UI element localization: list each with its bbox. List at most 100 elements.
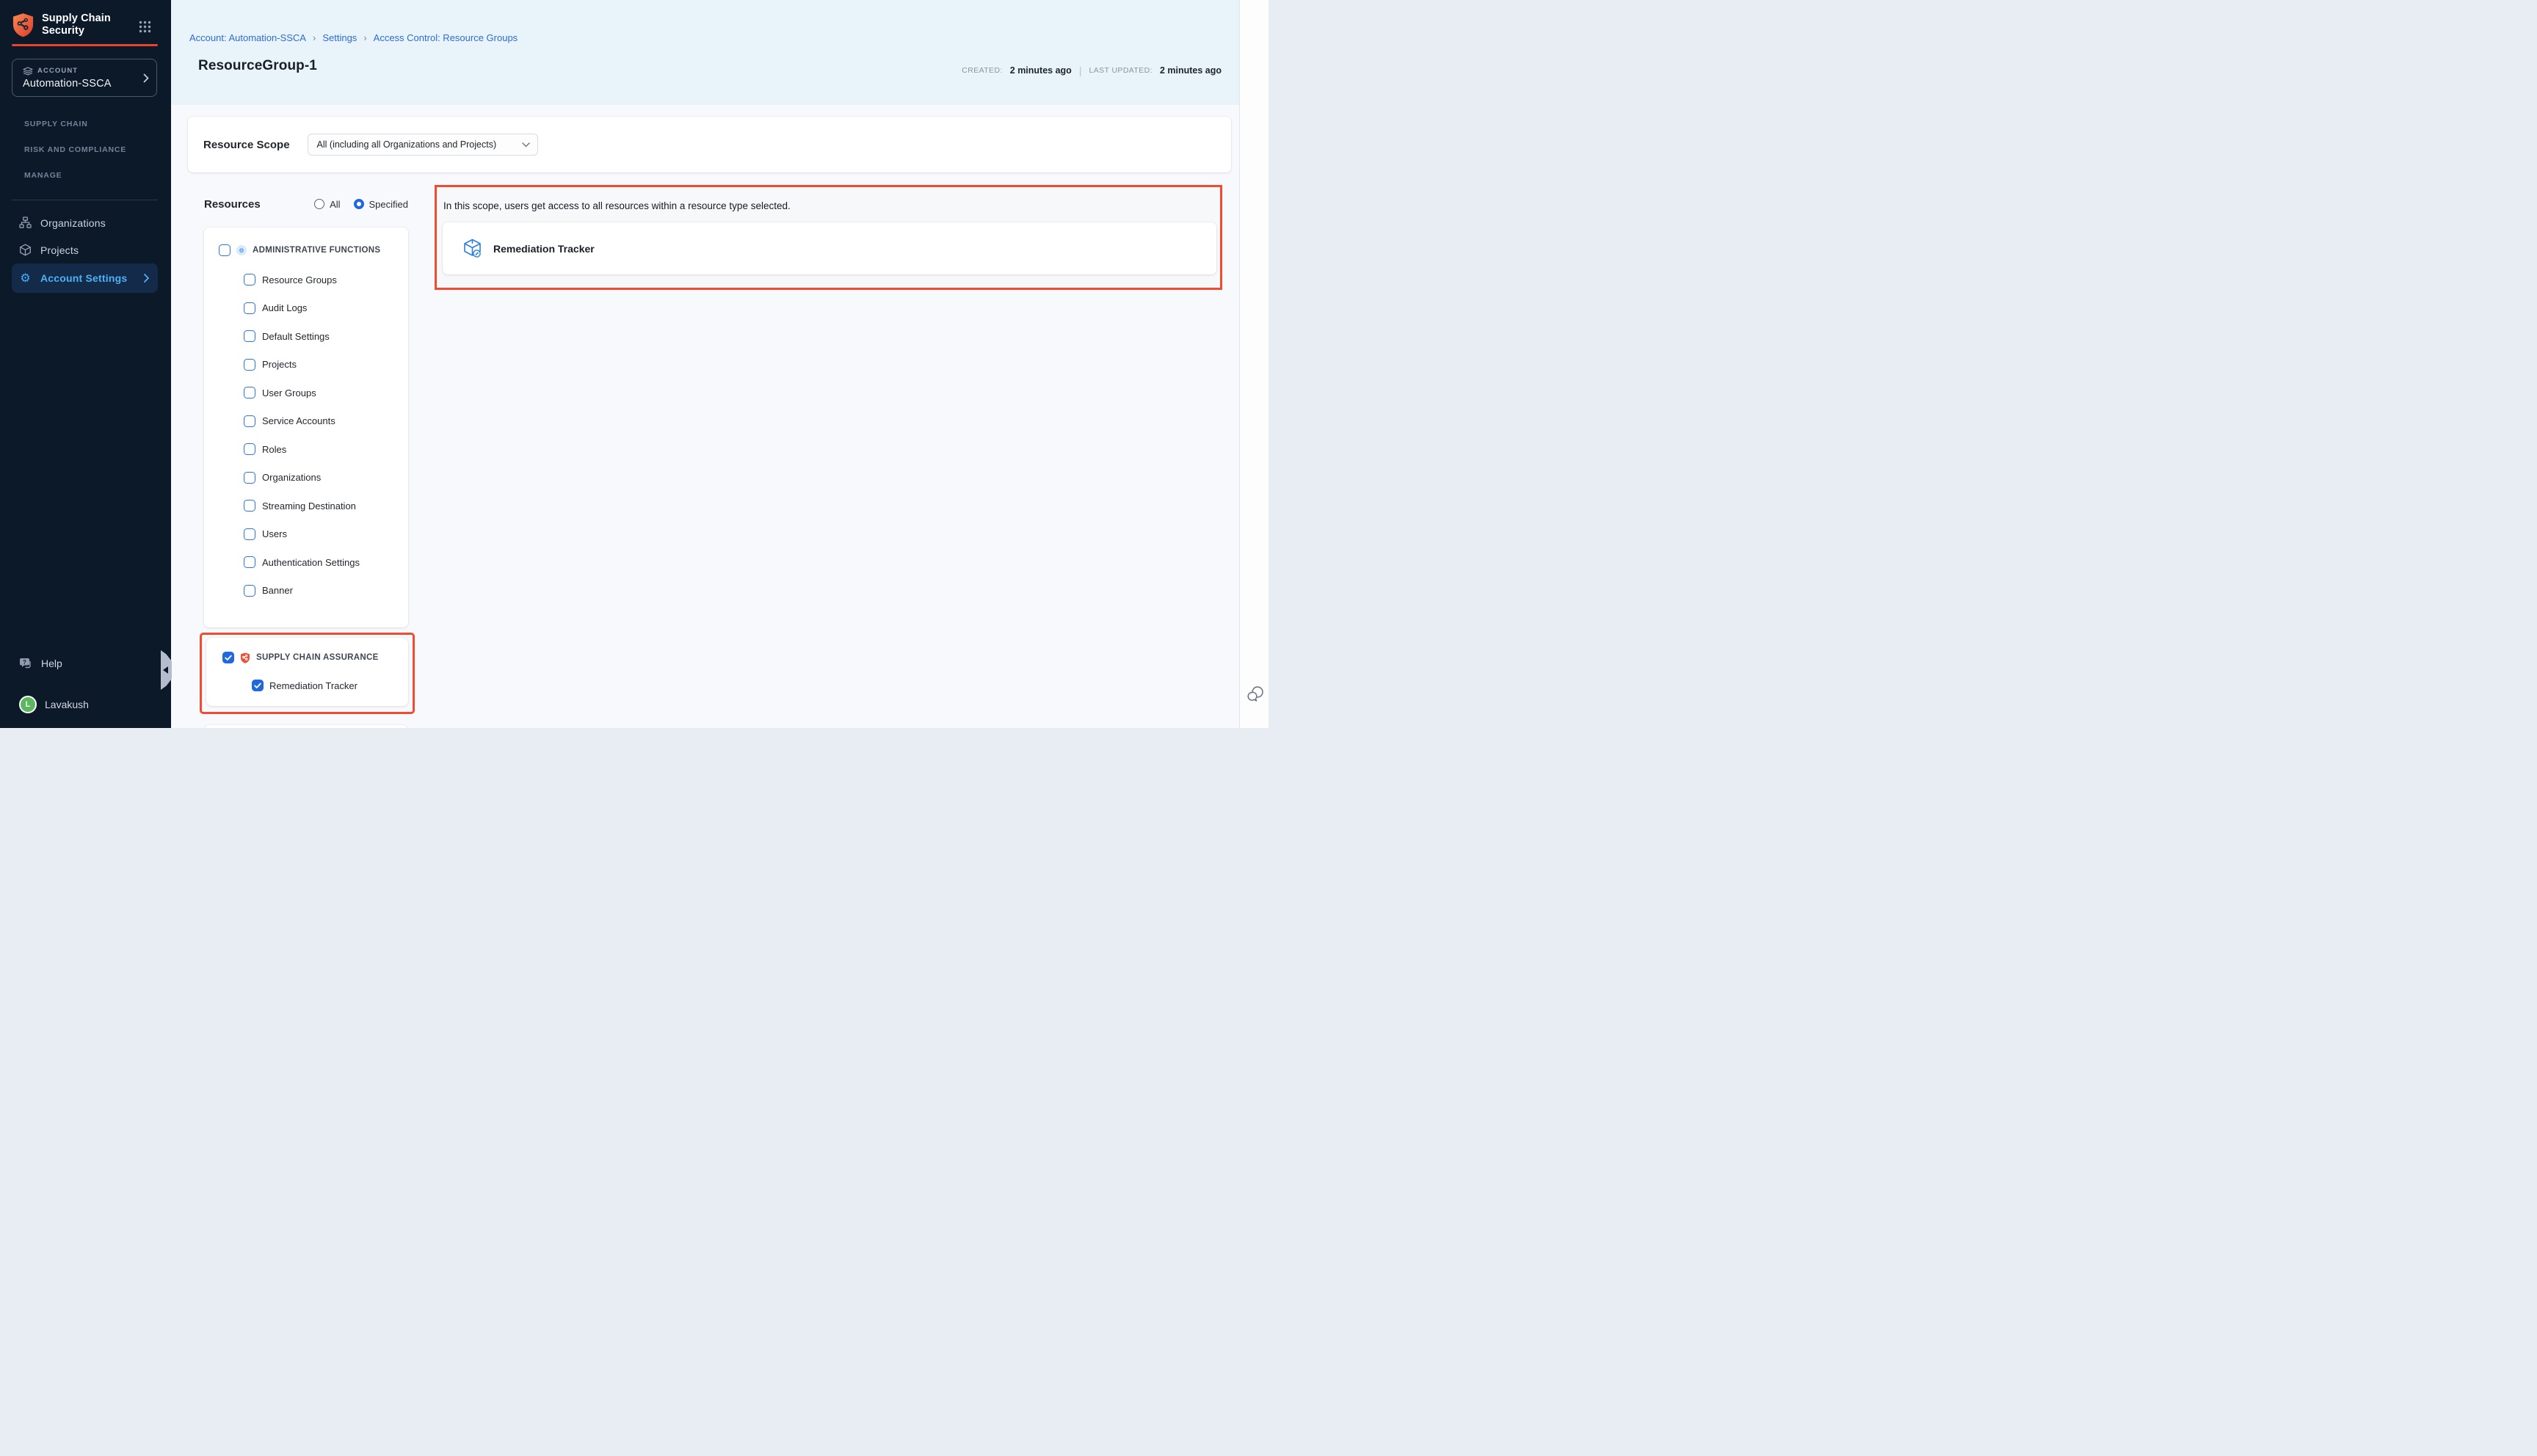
- help-chat-icon: ?: [19, 658, 33, 670]
- roles-checkbox[interactable]: [244, 443, 255, 455]
- row-label: Roles: [262, 444, 286, 455]
- brand-title: Supply Chain Security: [42, 12, 111, 37]
- selected-resource-card: Remediation Tracker: [443, 222, 1216, 274]
- supply-chain-assurance-highlight: SUPPLY CHAIN ASSURANCE Remediation Track…: [200, 633, 415, 714]
- sidebar-item-risk-and-compliance[interactable]: RISK AND COMPLIANCE: [24, 145, 126, 154]
- cube-icon: [19, 244, 32, 256]
- breadcrumb-account[interactable]: Account: Automation-SSCA: [189, 32, 306, 43]
- users-checkbox[interactable]: [244, 528, 255, 540]
- last-updated-value: 2 minutes ago: [1160, 65, 1222, 76]
- user-menu[interactable]: L Lavakush: [12, 692, 158, 717]
- breadcrumb-settings[interactable]: Settings: [322, 32, 357, 43]
- group-supply-chain-assurance[interactable]: SUPPLY CHAIN ASSURANCE: [206, 644, 408, 671]
- next-group-card-partial: [204, 725, 408, 728]
- created-label: CREATED:: [962, 66, 1003, 75]
- row-remediation-tracker[interactable]: Remediation Tracker: [206, 671, 408, 699]
- group-administrative-functions[interactable]: ⚙ ADMINISTRATIVE FUNCTIONS: [204, 239, 408, 261]
- row-user-groups[interactable]: User Groups: [204, 379, 408, 407]
- radio-specified[interactable]: Specified: [354, 199, 408, 210]
- resources-mode-radio-group: All Specified: [314, 199, 408, 210]
- sidebar-item-projects[interactable]: Projects: [12, 236, 158, 263]
- svg-text:?: ?: [23, 658, 26, 665]
- scope-note-text: In this scope, users get access to all r…: [443, 200, 791, 211]
- row-default-settings[interactable]: Default Settings: [204, 322, 408, 351]
- group-label: ADMINISTRATIVE FUNCTIONS: [253, 246, 380, 255]
- chat-support-icon[interactable]: [1246, 685, 1265, 703]
- row-users[interactable]: Users: [204, 520, 408, 549]
- breadcrumb-resource-groups[interactable]: Access Control: Resource Groups: [374, 32, 518, 43]
- row-authentication-settings[interactable]: Authentication Settings: [204, 548, 408, 577]
- row-organizations[interactable]: Organizations: [204, 464, 408, 492]
- collapse-left-arrow-icon: [163, 666, 168, 674]
- org-chart-icon: [19, 216, 32, 229]
- row-audit-logs[interactable]: Audit Logs: [204, 294, 408, 323]
- streaming-destination-checkbox[interactable]: [244, 500, 255, 512]
- administrative-functions-checkbox[interactable]: [219, 244, 231, 256]
- row-banner[interactable]: Banner: [204, 577, 408, 605]
- row-label: Default Settings: [262, 331, 330, 342]
- main-content: Resource Scope All (including all Organi…: [171, 105, 1239, 728]
- page-header: Account: Automation-SSCA › Settings › Ac…: [171, 0, 1239, 105]
- sidebar-item-manage[interactable]: MANAGE: [24, 171, 62, 180]
- banner-checkbox[interactable]: [244, 585, 255, 597]
- scope-note-highlight: In this scope, users get access to all r…: [435, 185, 1222, 290]
- sidebar-collapse-handle[interactable]: [161, 650, 172, 690]
- sidebar-item-label: Organizations: [40, 217, 106, 229]
- account-label: ACCOUNT: [37, 67, 78, 75]
- radio-specified-circle[interactable]: [354, 199, 364, 209]
- row-label: Banner: [262, 585, 293, 596]
- row-roles[interactable]: Roles: [204, 435, 408, 464]
- selected-resource-label: Remediation Tracker: [493, 243, 595, 255]
- radio-all-circle[interactable]: [314, 199, 324, 209]
- help-label: Help: [41, 658, 62, 669]
- user-name: Lavakush: [45, 699, 89, 710]
- sidebar-item-label: Account Settings: [40, 272, 127, 284]
- row-label: Remediation Tracker: [269, 680, 357, 691]
- help-button[interactable]: ? Help: [12, 651, 158, 676]
- radio-all-label: All: [330, 199, 340, 210]
- supply-chain-assurance-card: SUPPLY CHAIN ASSURANCE Remediation Track…: [206, 638, 408, 706]
- administrative-functions-card: ⚙ ADMINISTRATIVE FUNCTIONS Resource Grou…: [204, 228, 408, 627]
- row-service-accounts[interactable]: Service Accounts: [204, 407, 408, 436]
- chevron-right-icon: [144, 274, 149, 283]
- sidebar-item-label: Projects: [40, 244, 79, 256]
- default-settings-checkbox[interactable]: [244, 330, 255, 342]
- row-label: Projects: [262, 359, 297, 370]
- row-resource-groups[interactable]: Resource Groups: [204, 266, 408, 294]
- right-side-rail: [1239, 0, 1268, 728]
- sidebar-item-organizations[interactable]: Organizations: [12, 209, 158, 236]
- organizations-checkbox[interactable]: [244, 472, 255, 484]
- supply-chain-assurance-checkbox[interactable]: [222, 652, 234, 663]
- breadcrumb-separator: ›: [313, 32, 316, 43]
- apps-grid-icon[interactable]: [139, 21, 151, 33]
- row-projects[interactable]: Projects: [204, 351, 408, 379]
- app-root: Supply Chain Security ACCOUNT Automati: [0, 0, 1268, 728]
- layers-icon: [23, 67, 33, 76]
- authentication-settings-checkbox[interactable]: [244, 556, 255, 568]
- user-groups-checkbox[interactable]: [244, 387, 255, 398]
- brand: Supply Chain Security: [12, 10, 159, 40]
- radio-all[interactable]: All: [314, 199, 340, 210]
- projects-checkbox[interactable]: [244, 359, 255, 371]
- remediation-tracker-checkbox[interactable]: [252, 680, 264, 691]
- administrative-functions-items: Resource Groups Audit Logs Default Setti…: [204, 266, 408, 605]
- sidebar-item-account-settings[interactable]: ⚙ Account Settings: [12, 263, 158, 293]
- sidebar: Supply Chain Security ACCOUNT Automati: [0, 0, 171, 728]
- page-title: ResourceGroup-1: [198, 58, 317, 74]
- shield-icon: [240, 652, 250, 663]
- created-value: 2 minutes ago: [1010, 65, 1072, 76]
- service-accounts-checkbox[interactable]: [244, 415, 255, 427]
- breadcrumb: Account: Automation-SSCA › Settings › Ac…: [189, 32, 518, 43]
- chevron-right-icon: [143, 73, 149, 83]
- row-streaming-destination[interactable]: Streaming Destination: [204, 492, 408, 520]
- meta-timestamps: CREATED: 2 minutes ago | LAST UPDATED: 2…: [962, 65, 1222, 76]
- sidebar-item-supply-chain[interactable]: SUPPLY CHAIN: [24, 120, 88, 128]
- audit-logs-checkbox[interactable]: [244, 302, 255, 314]
- resource-groups-checkbox[interactable]: [244, 274, 255, 285]
- resource-scope-dropdown[interactable]: All (including all Organizations and Pro…: [308, 134, 538, 156]
- resource-scope-card: Resource Scope All (including all Organi…: [188, 117, 1231, 172]
- row-label: Authentication Settings: [262, 557, 360, 568]
- chevron-down-icon: [522, 142, 530, 148]
- account-selector[interactable]: ACCOUNT Automation-SSCA: [12, 59, 157, 97]
- brand-accent-rule: [12, 44, 158, 46]
